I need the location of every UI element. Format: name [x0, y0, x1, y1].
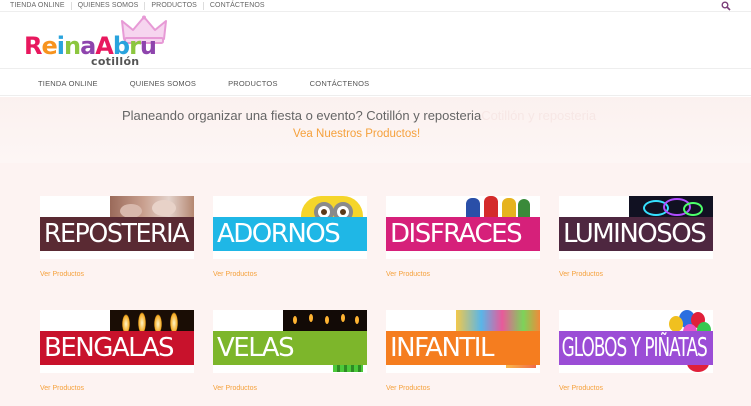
ver-productos-link[interactable]: Ver Productos: [40, 271, 84, 278]
category-photo-shape: [321, 209, 327, 215]
ver-productos-link[interactable]: Ver Productos: [386, 271, 430, 278]
category-banner: GLOBOS Y PIÑATAS: [559, 331, 713, 365]
category-image[interactable]: ADORNOS: [213, 196, 367, 259]
logo-letter: R: [24, 32, 43, 60]
ver-productos-link[interactable]: Ver Productos: [559, 271, 603, 278]
category-photo-shape: [120, 204, 142, 218]
hero-banner: Planeando organizar una fiesta o evento?…: [0, 97, 751, 163]
category-photo-shape: [340, 209, 346, 215]
hero-cta[interactable]: Vea Nuestros Productos!: [293, 128, 420, 140]
category-title: INFANTIL: [390, 333, 494, 363]
category-title: LUMINOSOS: [563, 219, 707, 249]
category-photo-shape: [669, 316, 683, 332]
category-image[interactable]: DISFRACES: [386, 196, 540, 259]
category-photo-shape: [355, 316, 359, 324]
category-image[interactable]: REPOSTERIA: [40, 196, 194, 259]
ver-productos-link[interactable]: Ver Productos: [213, 385, 257, 392]
logo-subtitle: cotillón: [91, 55, 140, 68]
category-image[interactable]: LUMINOSOS: [559, 196, 713, 259]
category-card[interactable]: REPOSTERIA Ver Productos: [40, 196, 194, 296]
category-grid: REPOSTERIA Ver Productos ADORNOS Ver Produc…: [0, 163, 751, 406]
category-card[interactable]: INFANTIL Ver Productos: [386, 310, 540, 406]
category-image[interactable]: BENGALAS: [40, 310, 194, 373]
top-nav-productos[interactable]: PRODUCTOS: [145, 2, 204, 10]
category-image[interactable]: VELAS: [213, 310, 367, 373]
category-photo-shape: [683, 202, 703, 216]
top-nav-contactenos[interactable]: CONTÁCTENOS: [204, 2, 271, 10]
logo-letter: i: [56, 32, 65, 60]
logo-letter: u: [139, 32, 157, 60]
category-banner: REPOSTERIA: [40, 217, 194, 251]
category-image[interactable]: INFANTIL: [386, 310, 540, 373]
category-photo-shape: [309, 314, 313, 322]
category-title: BENGALAS: [44, 333, 175, 363]
category-card[interactable]: LUMINOSOS Ver Productos: [559, 196, 713, 296]
category-banner: ADORNOS: [213, 217, 367, 251]
category-title: DISFRACES: [390, 219, 523, 249]
top-bar: TIENDA ONLINE QUIENES SOMOS PRODUCTOS CO…: [0, 0, 751, 12]
ver-productos-link[interactable]: Ver Productos: [213, 271, 257, 278]
category-photo-shape: [152, 200, 176, 216]
category-card[interactable]: BENGALAS Ver Productos: [40, 310, 194, 406]
logo-letter: e: [41, 32, 57, 60]
top-nav-quienes-somos[interactable]: QUIENES SOMOS: [72, 2, 146, 10]
category-title: ADORNOS: [217, 219, 341, 249]
category-banner: INFANTIL: [386, 331, 540, 365]
category-image[interactable]: GLOBOS Y PIÑATAS: [559, 310, 713, 373]
category-banner: LUMINOSOS: [559, 217, 713, 251]
main-nav: TIENDA ONLINE QUIENES SOMOS PRODUCTOS CO…: [0, 68, 751, 96]
main-nav-tienda-online[interactable]: TIENDA ONLINE: [38, 79, 98, 88]
category-banner: VELAS: [213, 331, 367, 365]
search-icon[interactable]: [721, 1, 731, 11]
top-nav: TIENDA ONLINE QUIENES SOMOS PRODUCTOS CO…: [8, 0, 271, 12]
category-photo-shape: [325, 316, 329, 324]
hero-tagline: Planeando organizar una fiesta o evento?…: [122, 108, 596, 123]
logo-letter: n: [64, 32, 81, 60]
main-nav-contactenos[interactable]: CONTÁCTENOS: [310, 79, 370, 88]
category-card[interactable]: VELAS Ver Productos: [213, 310, 367, 406]
ver-productos-link[interactable]: Ver Productos: [386, 385, 430, 392]
category-banner: BENGALAS: [40, 331, 194, 365]
ver-productos-link[interactable]: Ver Productos: [559, 385, 603, 392]
header: ReinaAbru cotillón: [0, 13, 751, 69]
category-title: REPOSTERIA: [43, 219, 190, 249]
hero-tagline-ghost: Cotillón y reposteria: [481, 108, 597, 123]
hero-tagline-text: Planeando organizar una fiesta o evento?…: [122, 108, 482, 123]
category-card[interactable]: DISFRACES Ver Productos: [386, 196, 540, 296]
category-photo-shape: [341, 314, 345, 322]
main-nav-quienes-somos[interactable]: QUIENES SOMOS: [130, 79, 196, 88]
category-photo-shape: [293, 316, 297, 324]
category-card[interactable]: GLOBOS Y PIÑATAS Ver Productos: [559, 310, 713, 406]
category-banner: DISFRACES: [386, 217, 540, 251]
top-nav-tienda-online[interactable]: TIENDA ONLINE: [8, 2, 72, 10]
site-logo[interactable]: ReinaAbru cotillón: [24, 15, 174, 69]
category-title: GLOBOS Y PIÑATAS: [561, 333, 708, 363]
ver-productos-link[interactable]: Ver Productos: [40, 385, 84, 392]
category-title: VELAS: [217, 333, 295, 363]
category-card[interactable]: ADORNOS Ver Productos: [213, 196, 367, 296]
main-nav-productos[interactable]: PRODUCTOS: [228, 79, 278, 88]
